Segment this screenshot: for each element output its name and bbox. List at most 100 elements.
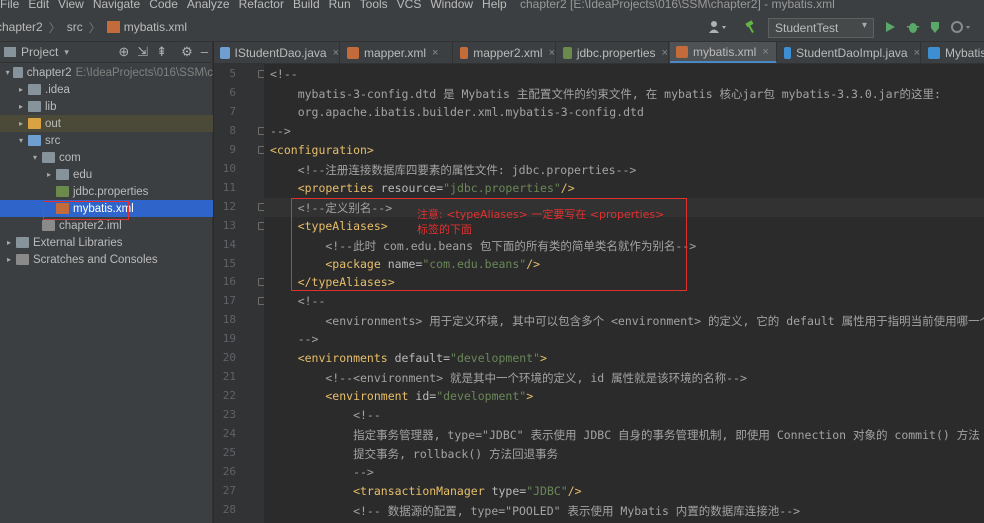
build-hammer-icon[interactable] [744, 12, 758, 42]
code-line[interactable]: <typeAliases> [270, 219, 388, 233]
menu-window[interactable]: Window [430, 0, 473, 11]
breadcrumb-src[interactable]: src [67, 20, 83, 34]
tab-istudentdao-java[interactable]: IStudentDao.java × [214, 42, 340, 63]
code-token: id= [415, 389, 437, 404]
chevron-down-icon[interactable]: ▾ [16, 136, 26, 145]
close-icon[interactable]: × [762, 46, 768, 58]
chevron-right-icon[interactable]: ▸ [16, 85, 26, 94]
coverage-icon[interactable] [928, 12, 942, 42]
code-line[interactable]: --> [270, 124, 291, 138]
code-line[interactable]: <!--注册连接数据库四要素的属性文件: jdbc.properties--> [270, 162, 637, 178]
project-panel-title[interactable]: Project [21, 45, 58, 59]
tree-item-out[interactable]: ▸ out [0, 115, 213, 132]
code-line[interactable]: <!-- 数据源的配置, type="POOLED" 表示使用 Mybatis … [270, 503, 800, 519]
menu-edit[interactable]: Edit [28, 0, 49, 11]
tree-item-com[interactable]: ▾ com [0, 149, 213, 166]
code-line[interactable]: <transactionManager type="JDBC"/> [270, 484, 582, 498]
folder-icon [42, 152, 55, 163]
code-line[interactable]: <!--定义别名--> [270, 200, 392, 216]
code-line[interactable]: <environments default="development"> [270, 351, 547, 365]
menu-refactor[interactable]: Refactor [239, 0, 284, 11]
menu-code[interactable]: Code [149, 0, 178, 11]
code-line[interactable]: </typeAliases> [270, 275, 395, 289]
code-line[interactable]: <configuration> [270, 143, 374, 157]
chevron-down-icon[interactable]: ▾ [30, 153, 40, 162]
line-number: 10 [222, 161, 236, 175]
code-line[interactable]: <!--此时 com.edu.beans 包下面的所有类的简单类名就作为别名--… [270, 238, 696, 254]
tree-item-scratches-and-consoles[interactable]: ▸ Scratches and Consoles [0, 251, 213, 268]
code-line[interactable]: <environments> 用于定义环境, 其中可以包含多个 <environ… [270, 313, 984, 329]
tab-label: jdbc.properties [576, 46, 656, 60]
chevron-right-icon[interactable]: ▸ [4, 238, 14, 247]
menu-navigate[interactable]: Navigate [93, 0, 140, 11]
tab-label: mapper2.xml [473, 46, 543, 60]
code-token: <transactionManager [270, 483, 492, 498]
tab-mybatisu[interactable]: MybatisU [922, 42, 984, 63]
locate-icon[interactable]: ⊕ [118, 44, 129, 60]
tree-item-chapter2-iml[interactable]: chapter2.iml [0, 217, 213, 234]
tab-jdbc-properties[interactable]: jdbc.properties × [557, 42, 669, 63]
breadcrumb-project[interactable]: chapter2 [0, 20, 43, 34]
code-line[interactable]: <environment id="development"> [270, 389, 533, 403]
chevron-right-icon[interactable]: ▸ [16, 119, 26, 128]
profile-icon[interactable] [950, 12, 972, 42]
breadcrumb-file[interactable]: mybatis.xml [124, 20, 187, 34]
code-line[interactable]: 指定事务管理器, type="JDBC" 表示使用 JDBC 自身的事务管理机制… [270, 427, 980, 443]
close-icon[interactable]: × [662, 47, 668, 59]
chevron-down-icon[interactable]: ▾ [4, 68, 11, 77]
tree-item-src[interactable]: ▾ src [0, 132, 213, 149]
expand-all-icon[interactable]: ⇲ [137, 44, 148, 60]
menu-view[interactable]: View [58, 0, 84, 11]
menu-build[interactable]: Build [293, 0, 320, 11]
code-line[interactable]: <!-- [270, 294, 326, 308]
chevron-right-icon[interactable]: ▸ [16, 102, 26, 111]
chevron-right-icon[interactable]: ▸ [44, 170, 54, 179]
debug-icon[interactable] [906, 12, 920, 42]
run-icon[interactable] [884, 12, 896, 42]
code-line[interactable]: <!-- [270, 67, 298, 81]
chevron-down-icon[interactable]: ▾ [64, 47, 69, 58]
code-line[interactable]: <properties resource="jdbc.properties"/> [270, 181, 575, 195]
menu-analyze[interactable]: Analyze [187, 0, 230, 11]
tab-mapper-xml[interactable]: mapper.xml × [341, 42, 453, 63]
menu-run[interactable]: Run [329, 0, 351, 11]
code-token: "jdbc.properties" [443, 180, 561, 195]
line-number: 21 [222, 370, 236, 384]
menu-tools[interactable]: Tools [360, 0, 388, 11]
tree-item-external-libraries[interactable]: ▸ External Libraries [0, 234, 213, 251]
tab-mybatis-xml[interactable]: mybatis.xml × [670, 42, 777, 63]
code-line[interactable]: <!-- [270, 408, 381, 422]
close-icon[interactable]: × [432, 47, 438, 59]
hide-panel-icon[interactable]: – [201, 44, 208, 60]
menu-help[interactable]: Help [482, 0, 507, 11]
menu-vcs[interactable]: VCS [397, 0, 422, 11]
code-line[interactable]: org.apache.ibatis.builder.xml.mybatis-3-… [270, 105, 644, 119]
tree-item-edu[interactable]: ▸ edu [0, 166, 213, 183]
code-line[interactable]: <!--<environment> 就是其中一个环境的定义, id 属性就是该环… [270, 370, 747, 386]
code-line[interactable]: 提交事务, rollback() 方法回退事务 [270, 446, 558, 462]
chevron-right-icon[interactable]: ▸ [4, 255, 14, 264]
code-line[interactable]: --> [270, 465, 374, 479]
code-line[interactable]: <package name="com.edu.beans"/> [270, 257, 540, 271]
tree-item-chapter2[interactable]: ▾ chapter2 E:\IdeaProjects\016\SSM\c [0, 64, 213, 81]
code-token: <!-- [270, 408, 381, 423]
code-line[interactable]: mybatis-3-config.dtd 是 Mybatis 主配置文件的约束文… [270, 86, 941, 102]
tree-item-mybatis-xml[interactable]: mybatis.xml [0, 200, 213, 217]
tree-item-lib[interactable]: ▸ lib [0, 98, 213, 115]
gear-icon[interactable]: ⚙ [181, 44, 193, 60]
tree-item-jdbc-properties[interactable]: jdbc.properties [0, 183, 213, 200]
xml-file-icon [56, 203, 69, 214]
tree-item--idea[interactable]: ▸ .idea [0, 81, 213, 98]
collapse-all-icon[interactable]: ⇞ [156, 44, 167, 60]
code-line[interactable]: --> [270, 332, 319, 346]
close-icon[interactable]: × [333, 47, 339, 59]
close-icon[interactable]: × [914, 47, 920, 59]
close-icon[interactable]: × [549, 47, 555, 59]
run-configuration-select[interactable]: StudentTest ▾ [768, 18, 874, 38]
tab-studentdaoimpl-java[interactable]: StudentDaoImpl.java × [778, 42, 921, 63]
user-icon[interactable] [708, 12, 730, 42]
menu-file[interactable]: File [0, 0, 19, 11]
project-panel: Project ▾ ⊕ ⇲ ⇞ ⚙ – ▾ chapter2 E:\IdeaProj… [0, 42, 213, 523]
tab-mapper2-xml[interactable]: mapper2.xml × [454, 42, 556, 63]
code-editor[interactable]: <!-- mybatis-3-config.dtd 是 Mybatis 主配置文… [264, 64, 984, 523]
